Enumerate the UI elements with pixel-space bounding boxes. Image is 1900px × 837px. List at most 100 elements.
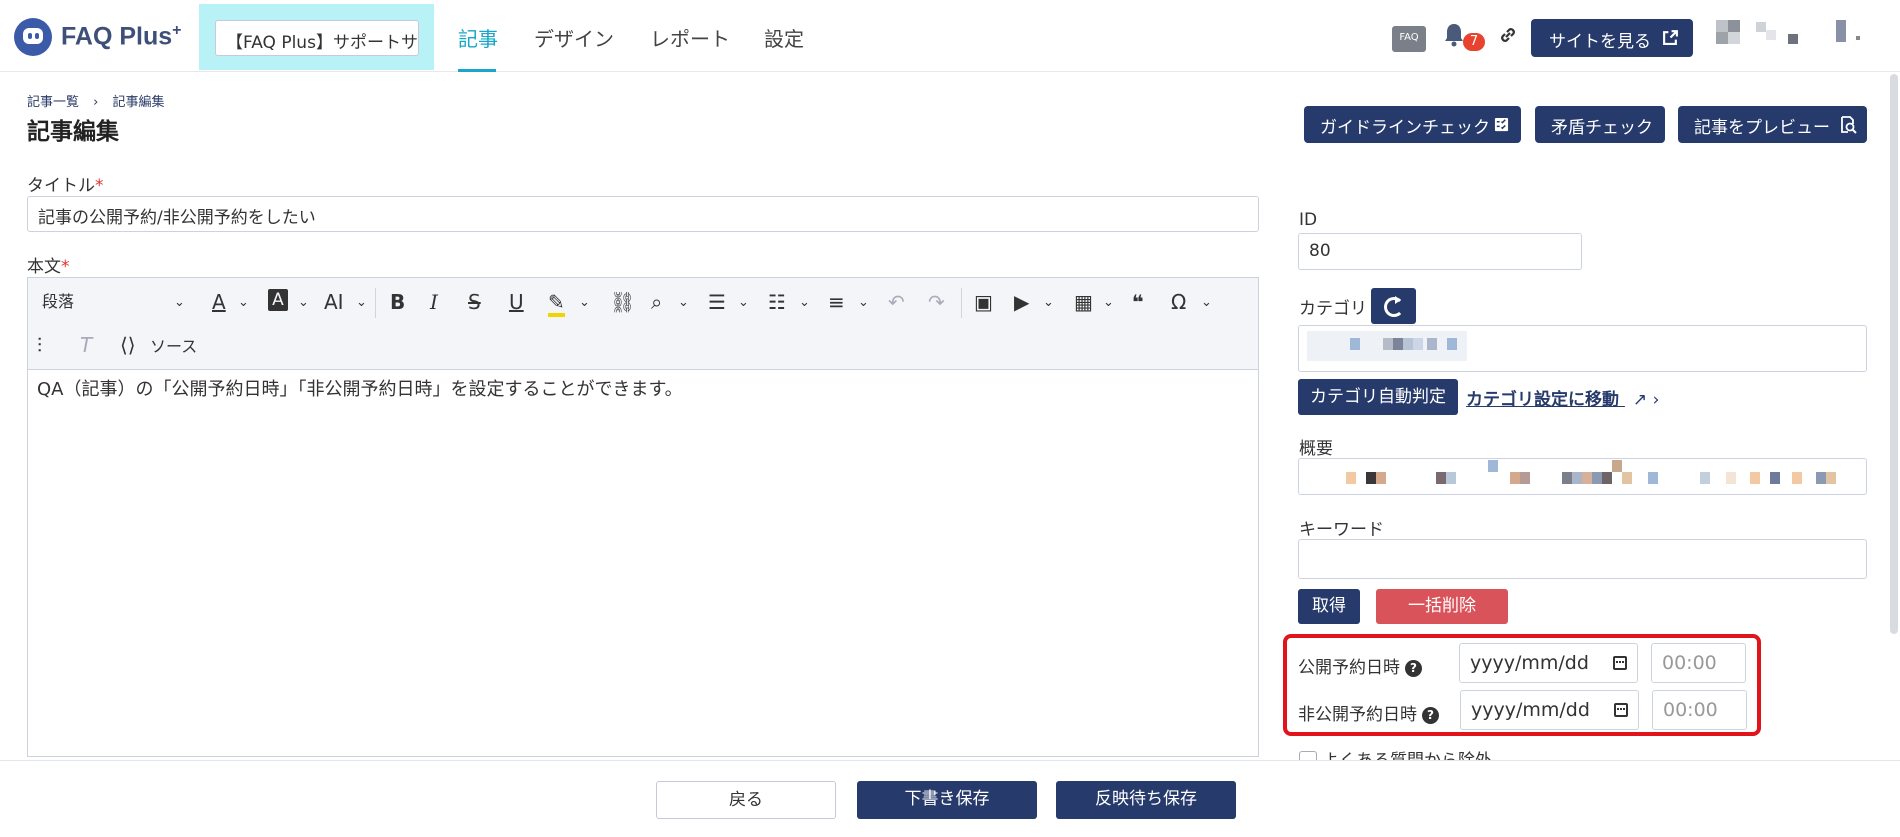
id-field[interactable]: 80 xyxy=(1298,233,1582,270)
editor-toolbar: 段落 ⌄ A ⌄ A ⌄ AI ⌄ B I S U ✎ ⌄ ⛓ ⌕ ⌄ ☰ ⌄ … xyxy=(28,278,1258,370)
notification-count-badge: 7 xyxy=(1463,33,1485,51)
logo-text: FAQ Plus+ xyxy=(61,22,182,51)
table-icon[interactable]: ▦ xyxy=(1074,291,1093,313)
publish-time-input[interactable]: 00:00 xyxy=(1651,643,1746,683)
bulk-delete-button[interactable]: 一括削除 xyxy=(1376,589,1508,624)
blockquote-icon[interactable]: ❝ xyxy=(1132,291,1144,313)
bold-icon[interactable]: B xyxy=(390,291,405,313)
underline-icon[interactable]: U xyxy=(509,291,524,313)
toolbar-separator xyxy=(375,288,376,318)
save-draft-button[interactable]: 下書き保存 xyxy=(857,781,1037,819)
keyword-label: キーワード xyxy=(1299,520,1384,540)
chevron-down-icon[interactable]: ⌄ xyxy=(579,295,590,310)
tab-design[interactable]: デザイン xyxy=(534,23,614,52)
font-color-icon[interactable]: A xyxy=(212,291,226,313)
special-character-icon[interactable]: Ω xyxy=(1171,291,1186,313)
background-color-icon[interactable]: A xyxy=(268,289,288,311)
chevron-down-icon[interactable]: ⌄ xyxy=(174,295,185,310)
image-icon[interactable]: ▣ xyxy=(974,291,993,313)
title-input[interactable]: 記事の公開予約/非公開予約をしたい xyxy=(27,196,1259,232)
page-title: 記事編集 xyxy=(27,119,119,145)
faq-icon[interactable]: FAQ xyxy=(1392,26,1426,52)
chevron-down-icon[interactable]: ⌄ xyxy=(799,295,810,310)
category-auto-detect-button[interactable]: カテゴリ自動判定 xyxy=(1298,379,1458,415)
editor-content[interactable]: QA（記事）の「公開予約日時」「非公開予約日時」を設定することができます。 xyxy=(37,375,683,401)
strikethrough-icon[interactable]: S xyxy=(468,291,481,313)
rich-text-editor: 段落 ⌄ A ⌄ A ⌄ AI ⌄ B I S U ✎ ⌄ ⛓ ⌕ ⌄ ☰ ⌄ … xyxy=(27,277,1259,757)
page-break-icon[interactable]: ⫶ xyxy=(37,334,42,356)
redo-icon[interactable]: ↷ xyxy=(928,291,945,313)
contradiction-check-label: 矛盾チェック xyxy=(1551,118,1653,138)
breadcrumb-current: 記事編集 xyxy=(112,95,165,110)
top-navigation: FAQ Plus+ 【FAQ Plus】サポートサ 記事 デザイン レポート 設… xyxy=(0,0,1900,72)
unpublish-date-input[interactable]: yyyy/mm/dd xyxy=(1460,690,1639,730)
align-icon[interactable]: ≡ xyxy=(828,291,845,313)
breadcrumb-article-list[interactable]: 記事一覧 xyxy=(27,95,79,110)
chevron-down-icon[interactable]: ⌄ xyxy=(858,295,869,310)
view-site-label: サイトを見る xyxy=(1549,32,1651,52)
external-link-icon: ↗ › xyxy=(1632,390,1660,410)
id-label: ID xyxy=(1299,210,1318,230)
unpublish-time-input[interactable]: 00:00 xyxy=(1652,690,1747,730)
chevron-down-icon[interactable]: ⌄ xyxy=(356,295,367,310)
save-pending-button[interactable]: 反映待ち保存 xyxy=(1056,781,1236,819)
link-icon[interactable] xyxy=(1497,24,1519,46)
footer-action-bar: 戻る 下書き保存 反映待ち保存 xyxy=(0,760,1900,837)
keyword-input[interactable] xyxy=(1298,539,1867,579)
fetch-keywords-button[interactable]: 取得 xyxy=(1298,589,1360,624)
tab-settings[interactable]: 設定 xyxy=(764,23,804,52)
back-button[interactable]: 戻る xyxy=(656,781,836,819)
body-label: 本文* xyxy=(27,257,70,277)
numbered-list-icon[interactable]: ☷ xyxy=(768,291,786,313)
bell-icon[interactable] xyxy=(1443,22,1465,48)
user-avatar[interactable] xyxy=(1716,20,1886,50)
category-settings-link[interactable]: カテゴリ設定に移動 ↗ › xyxy=(1466,385,1659,410)
help-icon[interactable]: ? xyxy=(1422,707,1439,724)
breadcrumb: 記事一覧 › 記事編集 xyxy=(27,91,165,110)
chevron-down-icon[interactable]: ⌄ xyxy=(738,295,749,310)
chevron-down-icon[interactable]: ⌄ xyxy=(678,295,689,310)
undo-icon[interactable]: ↶ xyxy=(888,291,905,313)
help-icon[interactable]: ? xyxy=(1405,660,1422,677)
active-tab-indicator xyxy=(458,69,496,72)
tab-articles[interactable]: 記事 xyxy=(458,23,498,52)
preview-search-icon xyxy=(1841,116,1857,134)
chevron-down-icon[interactable]: ⌄ xyxy=(1103,295,1114,310)
chevron-down-icon[interactable]: ⌄ xyxy=(1201,295,1212,310)
find-replace-icon[interactable]: ⌕ xyxy=(651,291,662,313)
italic-icon[interactable]: I xyxy=(430,291,438,313)
summary-text-blurred xyxy=(1330,460,1860,492)
category-tag-blurred xyxy=(1307,331,1467,361)
publish-datetime-label: 公開予約日時? xyxy=(1298,653,1422,678)
summary-label: 概要 xyxy=(1299,439,1333,459)
preview-button[interactable]: 記事をプレビュー xyxy=(1678,106,1867,143)
guideline-check-label: ガイドラインチェック xyxy=(1320,118,1490,138)
site-selector[interactable]: 【FAQ Plus】サポートサ xyxy=(215,20,419,56)
source-icon[interactable]: ⟨⟩ xyxy=(120,334,136,356)
font-size-icon[interactable]: AI xyxy=(324,291,344,313)
remove-format-icon[interactable]: T xyxy=(80,334,92,356)
preview-label: 記事をプレビュー xyxy=(1694,118,1830,138)
page-scrollbar[interactable] xyxy=(1890,74,1898,634)
chevron-down-icon[interactable]: ⌄ xyxy=(298,295,309,310)
logo-icon xyxy=(14,18,52,56)
bulleted-list-icon[interactable]: ☰ xyxy=(708,291,726,313)
source-button-label[interactable]: ソース xyxy=(150,336,197,358)
publish-date-input[interactable]: yyyy/mm/dd xyxy=(1459,643,1638,683)
chevron-down-icon[interactable]: ⌄ xyxy=(1043,295,1054,310)
app-logo[interactable]: FAQ Plus+ xyxy=(14,18,181,56)
contradiction-check-button[interactable]: 矛盾チェック xyxy=(1535,106,1665,143)
highlight-icon[interactable]: ✎ xyxy=(548,291,565,317)
tab-reports[interactable]: レポート xyxy=(650,23,730,52)
breadcrumb-separator: › xyxy=(93,95,99,110)
category-refresh-button[interactable] xyxy=(1371,288,1416,324)
title-label: タイトル* xyxy=(27,176,104,196)
unpublish-datetime-label: 非公開予約日時? xyxy=(1298,700,1439,725)
guideline-check-button[interactable]: ガイドラインチェック xyxy=(1304,106,1521,143)
chevron-down-icon[interactable]: ⌄ xyxy=(238,295,249,310)
paragraph-style-select[interactable]: 段落 xyxy=(42,291,74,313)
view-site-button[interactable]: サイトを見る xyxy=(1531,19,1693,57)
link-icon[interactable]: ⛓ xyxy=(610,291,635,313)
external-link-icon xyxy=(1663,30,1678,45)
media-icon[interactable]: ▶ xyxy=(1014,291,1029,313)
